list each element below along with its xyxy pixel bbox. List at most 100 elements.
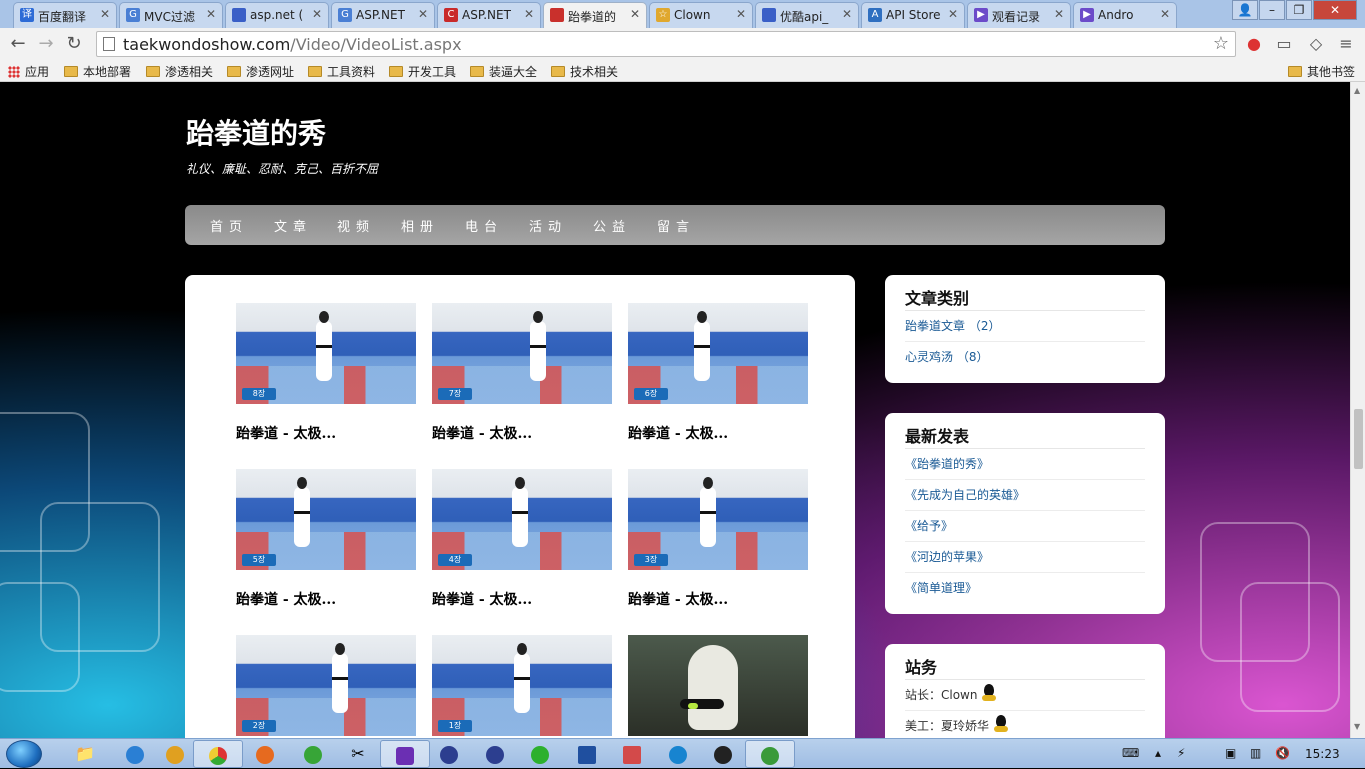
- post-link[interactable]: 《给予》: [905, 511, 1145, 542]
- visual-studio-taskbar-icon[interactable]: [380, 740, 430, 768]
- bookmark-folder[interactable]: 工具资料: [308, 63, 375, 80]
- tab-close-icon[interactable]: ✕: [312, 7, 322, 21]
- nav-videos[interactable]: 视频: [337, 216, 375, 235]
- scroll-down-icon[interactable]: ▼: [1354, 722, 1360, 731]
- post-link[interactable]: 《跆拳道的秀》: [905, 449, 1145, 480]
- explorer-taskbar-icon[interactable]: 📁: [60, 740, 110, 768]
- app-taskbar-icon[interactable]: [607, 740, 657, 768]
- video-title[interactable]: 跆拳道 - 太极...: [628, 589, 808, 609]
- bookmark-folder[interactable]: 渗透网址: [227, 63, 294, 80]
- close-window-button[interactable]: ✕: [1313, 0, 1357, 20]
- video-title[interactable]: 跆拳道 - 太极...: [432, 423, 612, 443]
- shield-icon[interactable]: ◇: [1306, 34, 1326, 54]
- post-link[interactable]: 《河边的苹果》: [905, 542, 1145, 573]
- video-card[interactable]: 1장: [432, 635, 612, 738]
- tab-close-icon[interactable]: ✕: [1054, 7, 1064, 21]
- address-bar[interactable]: taekwondoshow.com/Video/VideoList.aspx ☆: [96, 31, 1236, 57]
- url-text[interactable]: taekwondoshow.com/Video/VideoList.aspx: [123, 35, 462, 54]
- video-thumbnail[interactable]: 3장: [628, 469, 808, 570]
- nav-articles[interactable]: 文章: [274, 216, 312, 235]
- app-taskbar-icon[interactable]: [562, 740, 612, 768]
- browser-tab[interactable]: ☆ Clown ✕: [649, 2, 753, 28]
- bookmark-folder[interactable]: 开发工具: [389, 63, 456, 80]
- app-taskbar-icon[interactable]: [653, 740, 703, 768]
- nav-radio[interactable]: 电台: [465, 216, 503, 235]
- video-title[interactable]: 跆拳道 - 太极...: [432, 589, 612, 609]
- tab-close-icon[interactable]: ✕: [418, 7, 428, 21]
- scrollbar-thumb[interactable]: [1354, 409, 1363, 469]
- app-taskbar-icon[interactable]: [515, 740, 565, 768]
- tab-close-icon[interactable]: ✕: [524, 7, 534, 21]
- video-title[interactable]: 跆拳道 - 太极...: [236, 589, 416, 609]
- bookmark-star-icon[interactable]: ☆: [1213, 33, 1229, 54]
- tab-close-icon[interactable]: ✕: [1160, 7, 1170, 21]
- video-thumbnail[interactable]: 4장: [432, 469, 612, 570]
- page-scrollbar[interactable]: ▲ ▼: [1350, 82, 1365, 738]
- forward-icon[interactable]: →: [34, 32, 58, 56]
- video-card[interactable]: [628, 635, 808, 738]
- video-card[interactable]: 7장 跆拳道 - 太极...: [432, 303, 612, 443]
- nav-guestbook[interactable]: 留言: [657, 216, 695, 235]
- tools-taskbar-icon[interactable]: ✂: [333, 740, 383, 768]
- browser-tab[interactable]: A API Store ✕: [861, 2, 965, 28]
- video-card[interactable]: 8장 跆拳道 - 太极...: [236, 303, 416, 443]
- category-link[interactable]: 心灵鸡汤 （8）: [905, 342, 1145, 373]
- firefox-taskbar-icon[interactable]: [240, 740, 290, 768]
- browser-tab[interactable]: G ASP.NET ✕: [331, 2, 435, 28]
- video-thumbnail[interactable]: 7장: [432, 303, 612, 404]
- app-taskbar-icon[interactable]: [745, 740, 795, 768]
- volume-icon[interactable]: 🔇: [1275, 746, 1290, 760]
- bookmark-folder[interactable]: 技术相关: [551, 63, 618, 80]
- video-thumbnail[interactable]: 8장: [236, 303, 416, 404]
- minimize-button[interactable]: –: [1259, 0, 1285, 20]
- menu-icon[interactable]: ≡: [1336, 34, 1356, 54]
- tab-close-icon[interactable]: ✕: [842, 7, 852, 21]
- tab-close-icon[interactable]: ✕: [630, 7, 640, 21]
- bookmark-other[interactable]: 其他书签: [1288, 63, 1355, 80]
- video-thumbnail[interactable]: 2장: [236, 635, 416, 736]
- tab-close-icon[interactable]: ✕: [948, 7, 958, 21]
- browser-tab[interactable]: 优酷api_ ✕: [755, 2, 859, 28]
- nav-charity[interactable]: 公益: [593, 216, 631, 235]
- cast-icon[interactable]: ▭: [1274, 34, 1294, 54]
- video-card[interactable]: 2장: [236, 635, 416, 738]
- category-link[interactable]: 跆拳道文章 （2）: [905, 311, 1145, 342]
- video-thumbnail[interactable]: [628, 635, 808, 736]
- qq-icon[interactable]: [981, 684, 997, 702]
- post-link[interactable]: 《先成为自己的英雄》: [905, 480, 1145, 511]
- start-button[interactable]: [6, 740, 42, 768]
- maximize-button[interactable]: ❐: [1286, 0, 1312, 20]
- video-title[interactable]: 跆拳道 - 太极...: [628, 423, 808, 443]
- post-link[interactable]: 《简单道理》: [905, 573, 1145, 604]
- app-taskbar-icon[interactable]: [470, 740, 520, 768]
- site-title[interactable]: 跆拳道的秀: [186, 112, 326, 152]
- browser-tab[interactable]: ▶ 观看记录 ✕: [967, 2, 1071, 28]
- video-card[interactable]: 4장 跆拳道 - 太极...: [432, 469, 612, 609]
- video-thumbnail[interactable]: 5장: [236, 469, 416, 570]
- browser-tab[interactable]: asp.net (✕: [225, 2, 329, 28]
- nav-home[interactable]: 首页: [210, 216, 248, 235]
- video-thumbnail[interactable]: 1장: [432, 635, 612, 736]
- tab-close-icon[interactable]: ✕: [206, 7, 216, 21]
- browser-tab[interactable]: C ASP.NET ✕: [437, 2, 541, 28]
- tab-close-icon[interactable]: ✕: [100, 7, 110, 21]
- scroll-up-icon[interactable]: ▲: [1354, 86, 1360, 95]
- reload-icon[interactable]: ↻: [62, 32, 86, 56]
- qq-taskbar-icon[interactable]: [698, 740, 748, 768]
- tab-close-icon[interactable]: ✕: [736, 7, 746, 21]
- nav-albums[interactable]: 相册: [401, 216, 439, 235]
- browser-tab[interactable]: ▶ Andro ✕: [1073, 2, 1177, 28]
- tray-icon[interactable]: ⌨: [1122, 746, 1139, 760]
- tray-icon[interactable]: ▥: [1250, 746, 1261, 760]
- bookmark-folder[interactable]: 装逼大全: [470, 63, 537, 80]
- bookmark-folder[interactable]: 本地部署: [64, 63, 131, 80]
- bookmark-folder[interactable]: 渗透相关: [146, 63, 213, 80]
- user-button[interactable]: 👤: [1232, 0, 1258, 20]
- nav-events[interactable]: 活动: [529, 216, 567, 235]
- clock[interactable]: 15:23: [1305, 747, 1340, 761]
- browser-tab[interactable]: 译百度翻译 ✕: [13, 2, 117, 28]
- video-card[interactable]: 5장 跆拳道 - 太极...: [236, 469, 416, 609]
- ie-edge-taskbar-icon[interactable]: [288, 740, 338, 768]
- app-taskbar-icon[interactable]: [424, 740, 474, 768]
- browser-tab[interactable]: G MVC过滤 ✕: [119, 2, 223, 28]
